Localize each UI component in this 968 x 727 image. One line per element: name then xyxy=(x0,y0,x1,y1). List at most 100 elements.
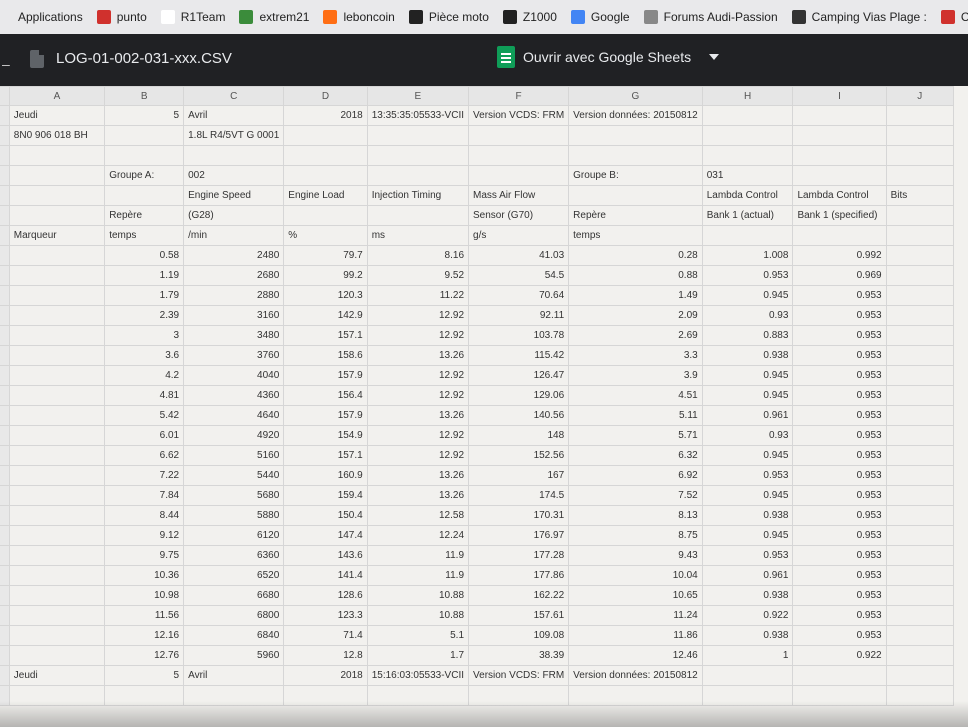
cell[interactable] xyxy=(8,305,106,326)
cell[interactable]: Jeudi xyxy=(8,665,106,686)
cell[interactable]: 10.88 xyxy=(366,585,470,606)
cell[interactable]: (G28) xyxy=(183,205,285,226)
cell[interactable]: 0.953 xyxy=(792,325,887,346)
cell[interactable]: 0.938 xyxy=(701,585,794,606)
bookmark-7[interactable]: Google xyxy=(570,10,630,24)
cell[interactable]: 12.92 xyxy=(366,305,470,326)
cell[interactable]: 0.945 xyxy=(701,525,794,546)
cell[interactable] xyxy=(885,365,955,386)
cell[interactable]: 0.883 xyxy=(701,325,794,346)
cell[interactable]: Marqueur xyxy=(8,225,106,246)
cell[interactable]: 0.969 xyxy=(792,265,887,286)
cell[interactable] xyxy=(8,425,106,446)
cell[interactable]: Groupe A: xyxy=(104,165,185,186)
cell[interactable]: 4.51 xyxy=(568,385,703,406)
cell[interactable]: 0.953 xyxy=(792,425,887,446)
cell[interactable] xyxy=(568,125,703,146)
cell[interactable]: 142.9 xyxy=(283,305,368,326)
cell[interactable] xyxy=(366,145,470,166)
cell[interactable]: 0.961 xyxy=(701,565,794,586)
cell[interactable]: 2680 xyxy=(183,265,285,286)
cell[interactable] xyxy=(885,405,955,426)
cell[interactable]: 5.11 xyxy=(568,405,703,426)
cell[interactable] xyxy=(885,165,955,186)
cell[interactable] xyxy=(8,685,106,706)
cell[interactable]: Sensor (G70) xyxy=(468,205,570,226)
cell[interactable]: 0.953 xyxy=(792,545,887,566)
cell[interactable] xyxy=(792,125,887,146)
cell[interactable]: 177.86 xyxy=(468,565,570,586)
cell[interactable] xyxy=(701,125,794,146)
cell[interactable]: Bits xyxy=(885,185,955,206)
cell[interactable]: 6360 xyxy=(183,545,285,566)
cell[interactable]: Version données: 20150812 xyxy=(568,665,703,686)
back-icon[interactable]: – xyxy=(2,56,10,72)
cell[interactable]: Groupe B: xyxy=(568,165,703,186)
cell[interactable]: 38.39 xyxy=(468,645,570,666)
cell[interactable]: 13.26 xyxy=(366,485,470,506)
cell[interactable]: 6520 xyxy=(183,565,285,586)
cell[interactable]: 0.961 xyxy=(701,405,794,426)
bookmark-5[interactable]: Pièce moto xyxy=(408,10,489,24)
cell[interactable] xyxy=(8,525,106,546)
cell[interactable]: 70.64 xyxy=(468,285,570,306)
cell[interactable]: 0.953 xyxy=(792,445,887,466)
cell[interactable]: 115.42 xyxy=(468,345,570,366)
cell[interactable]: 0.945 xyxy=(701,365,794,386)
cell[interactable]: 126.47 xyxy=(468,365,570,386)
open-with-button[interactable]: Ouvrir avec Google Sheets xyxy=(497,46,720,68)
cell[interactable]: 5680 xyxy=(183,485,285,506)
cell[interactable]: 8.44 xyxy=(104,505,185,526)
cell[interactable]: Bank 1 (specified) xyxy=(792,205,887,226)
cell[interactable]: 1.19 xyxy=(104,265,185,286)
cell[interactable]: 11.24 xyxy=(568,605,703,626)
cell[interactable]: Repère xyxy=(568,205,703,226)
cell[interactable]: 157.9 xyxy=(283,365,368,386)
cell[interactable] xyxy=(885,125,955,146)
cell[interactable]: 0.953 xyxy=(792,625,887,646)
cell[interactable]: 147.4 xyxy=(283,525,368,546)
cell[interactable]: 9.52 xyxy=(366,265,470,286)
cell[interactable]: 123.3 xyxy=(283,605,368,626)
cell[interactable]: 5 xyxy=(104,665,185,686)
cell[interactable] xyxy=(701,685,794,706)
cell[interactable]: 12.92 xyxy=(366,325,470,346)
cell[interactable] xyxy=(468,145,570,166)
bookmark-3[interactable]: extrem21 xyxy=(239,10,309,24)
bookmark-2[interactable]: R1Team xyxy=(160,10,225,24)
cell[interactable]: Injection Timing xyxy=(366,185,470,206)
cell[interactable]: 0.93 xyxy=(701,425,794,446)
cell[interactable] xyxy=(366,205,470,226)
cell[interactable]: 11.56 xyxy=(104,605,185,626)
cell[interactable]: 10.04 xyxy=(568,565,703,586)
cell[interactable]: 5.1 xyxy=(366,625,470,646)
cell[interactable]: 148 xyxy=(468,425,570,446)
cell[interactable]: 12.92 xyxy=(366,445,470,466)
cell[interactable] xyxy=(885,225,955,246)
cell[interactable]: 4.81 xyxy=(104,385,185,406)
cell[interactable]: 2018 xyxy=(283,105,368,126)
cell[interactable]: 11.9 xyxy=(366,565,470,586)
cell[interactable]: Mass Air Flow xyxy=(468,185,570,206)
cell[interactable] xyxy=(8,265,106,286)
cell[interactable]: 154.9 xyxy=(283,425,368,446)
cell[interactable]: 128.6 xyxy=(283,585,368,606)
cell[interactable] xyxy=(8,325,106,346)
cell[interactable] xyxy=(283,685,368,706)
cell[interactable]: 4920 xyxy=(183,425,285,446)
cell[interactable]: 5160 xyxy=(183,445,285,466)
cell[interactable]: 7.84 xyxy=(104,485,185,506)
cell[interactable]: 0.58 xyxy=(104,245,185,266)
cell[interactable]: 13.26 xyxy=(366,405,470,426)
cell[interactable]: 5.42 xyxy=(104,405,185,426)
cell[interactable] xyxy=(885,345,955,366)
cell[interactable]: 0.953 xyxy=(792,465,887,486)
cell[interactable]: 11.22 xyxy=(366,285,470,306)
cell[interactable]: 170.31 xyxy=(468,505,570,526)
cell[interactable]: 1 xyxy=(701,645,794,666)
cell[interactable] xyxy=(701,105,794,126)
cell[interactable]: 1.008 xyxy=(701,245,794,266)
cell[interactable]: 11.86 xyxy=(568,625,703,646)
cell[interactable]: 8.13 xyxy=(568,505,703,526)
cell[interactable]: Avril xyxy=(183,665,285,686)
